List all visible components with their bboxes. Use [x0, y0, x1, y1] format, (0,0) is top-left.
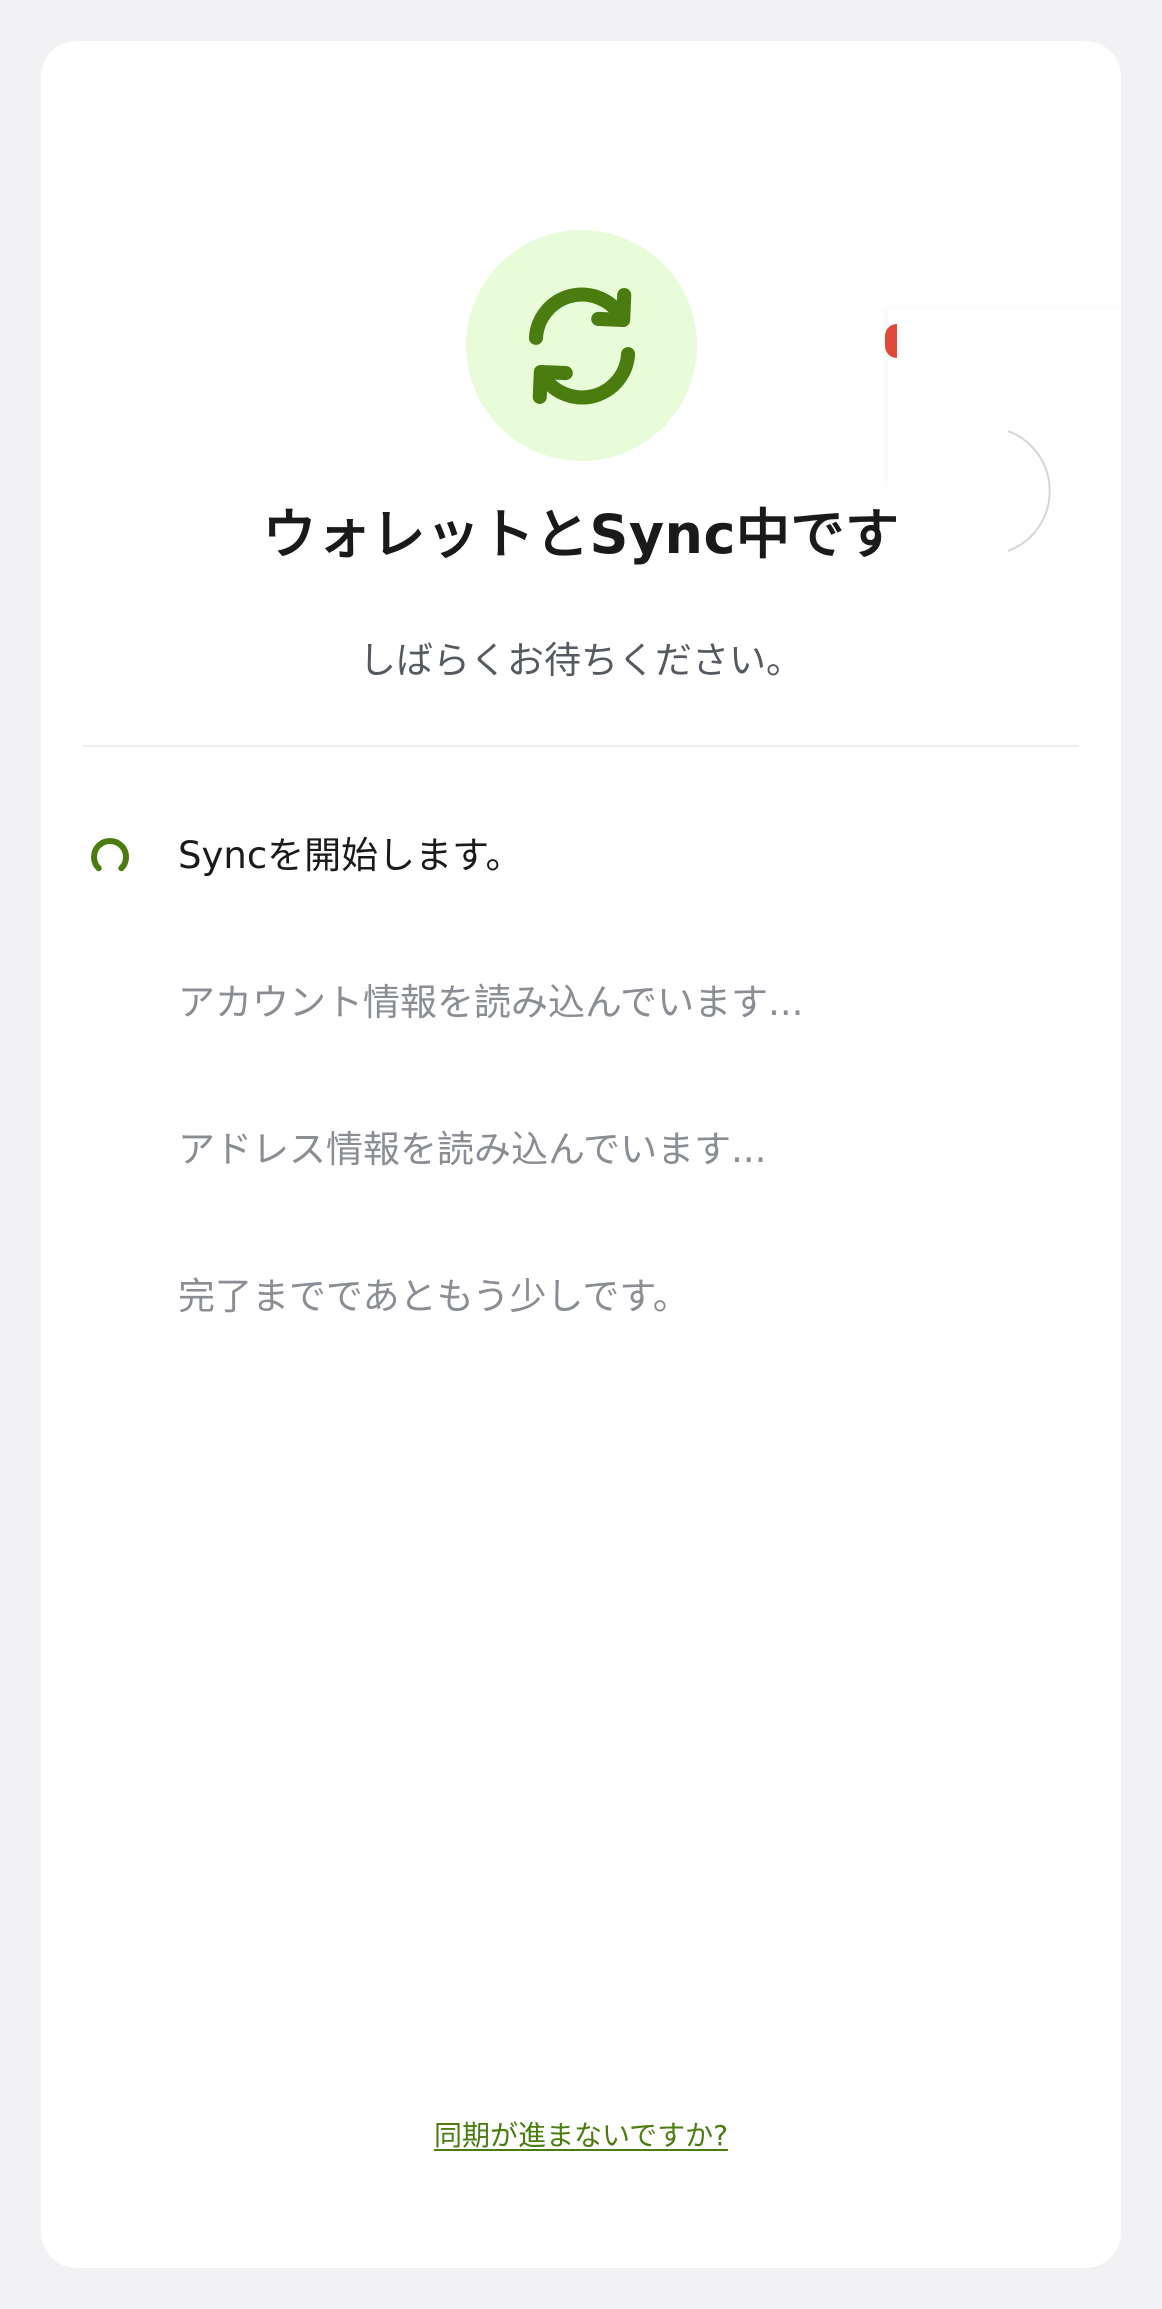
sync-hero-badge: [466, 230, 697, 461]
page-subtitle: しばらくお待ちください。: [359, 639, 803, 682]
step-almost-done: 完了までであともう少しです。: [178, 1275, 690, 1318]
spinner-icon: [91, 838, 129, 872]
step-load-account: アカウント情報を読み込んでいます...: [178, 981, 804, 1024]
notification-dot-icon: [885, 324, 897, 358]
page-title: ウォレットとSync中です: [262, 503, 900, 566]
step-load-address: アドレス情報を読み込んでいます...: [178, 1128, 767, 1171]
sync-card: ウォレットとSync中です しばらくお待ちください。 Syncを開始します。 ア…: [41, 41, 1121, 2268]
sync-icon: [528, 287, 635, 404]
step-start-sync: Syncを開始します。: [178, 834, 523, 877]
divider: [83, 745, 1079, 747]
sync-help-link[interactable]: 同期が進まないですか?: [41, 2114, 1121, 2154]
